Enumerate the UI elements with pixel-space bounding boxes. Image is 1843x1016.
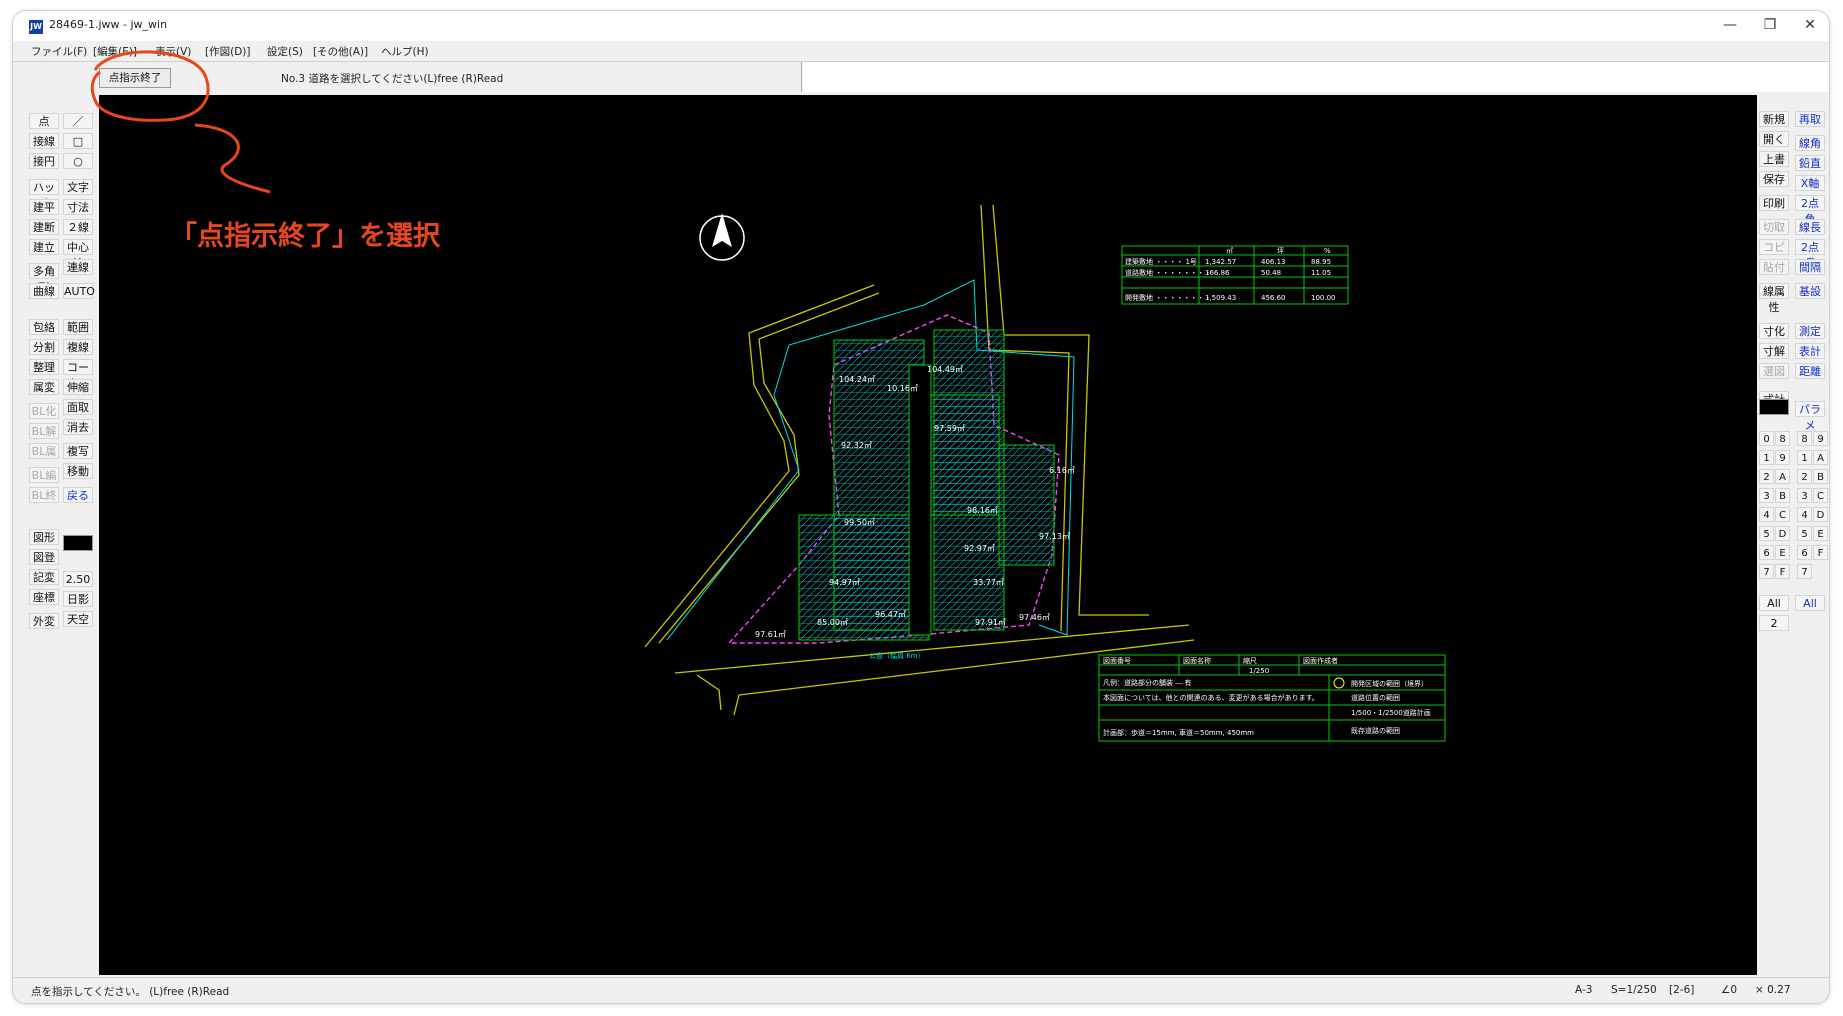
highlight-circle xyxy=(90,50,210,122)
annotation-arrow xyxy=(194,123,271,194)
annotation-text: 「点指示終了」を選択 xyxy=(170,221,440,252)
annotation-overlay xyxy=(90,50,271,194)
